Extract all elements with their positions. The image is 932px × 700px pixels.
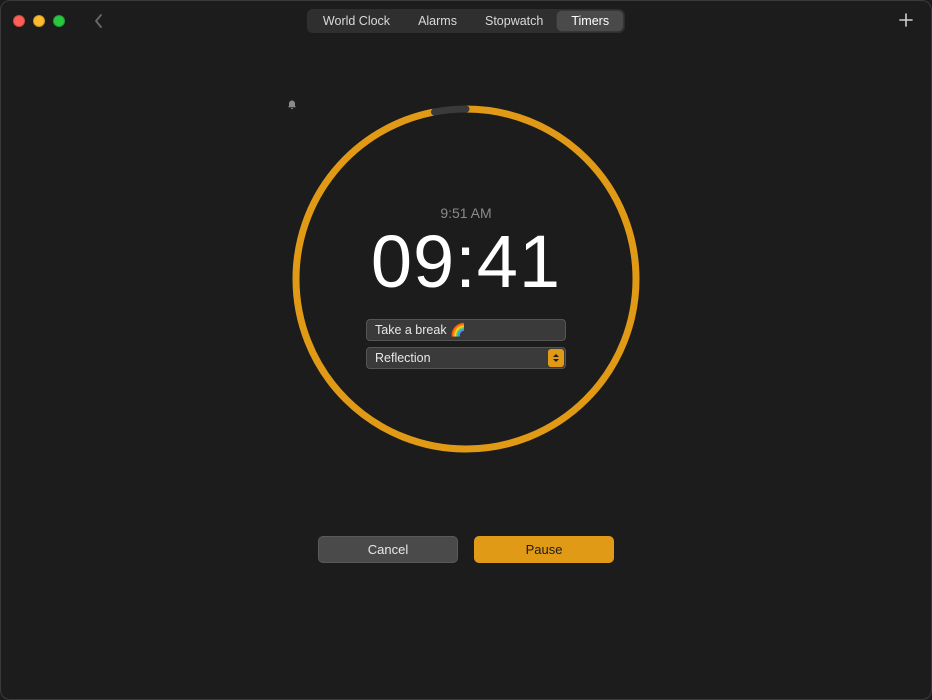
pause-button[interactable]: Pause [474, 536, 614, 563]
window-controls [13, 15, 65, 27]
timer-remaining-time: 09:41 [371, 225, 561, 299]
fullscreen-window-button[interactable] [53, 15, 65, 27]
bell-icon [286, 99, 298, 111]
timer-ring: 9:51 AM 09:41 Take a break 🌈 Reflection [286, 99, 646, 459]
minimize-window-button[interactable] [33, 15, 45, 27]
titlebar: World Clock Alarms Stopwatch Timers [1, 1, 931, 41]
back-button[interactable] [89, 11, 109, 31]
tab-alarms[interactable]: Alarms [404, 11, 471, 31]
timer-fields: Take a break 🌈 Reflection [366, 319, 566, 369]
chevron-left-icon [94, 13, 104, 29]
cancel-button[interactable]: Cancel [318, 536, 458, 563]
timer-label-input[interactable]: Take a break 🌈 [366, 319, 566, 341]
select-stepper-icon [548, 349, 564, 367]
add-timer-button[interactable] [895, 9, 917, 31]
timer-end-time-value: 9:51 AM [440, 205, 491, 221]
timer-label-value: Take a break 🌈 [375, 323, 466, 338]
close-window-button[interactable] [13, 15, 25, 27]
tab-stopwatch[interactable]: Stopwatch [471, 11, 557, 31]
timer-sound-select[interactable]: Reflection [366, 347, 566, 369]
timer-pane: 9:51 AM 09:41 Take a break 🌈 Reflection … [1, 41, 931, 699]
timer-end-time: 9:51 AM [440, 205, 491, 221]
plus-icon [898, 12, 914, 28]
view-tabs: World Clock Alarms Stopwatch Timers [307, 9, 625, 33]
tab-timers[interactable]: Timers [557, 11, 623, 31]
timer-ring-content: 9:51 AM 09:41 Take a break 🌈 Reflection [286, 99, 646, 459]
timer-sound-value: Reflection [375, 351, 431, 365]
tab-world-clock[interactable]: World Clock [309, 11, 404, 31]
timer-buttons: Cancel Pause [318, 536, 614, 563]
